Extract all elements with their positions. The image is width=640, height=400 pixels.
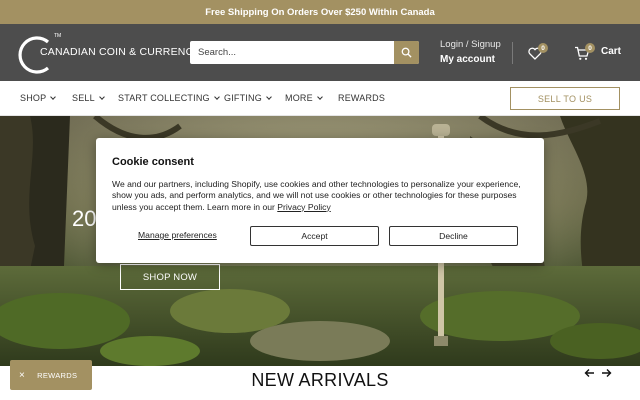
close-icon[interactable]: × bbox=[19, 370, 25, 381]
chevron-down-icon bbox=[50, 93, 57, 100]
nav-label: START COLLECTING bbox=[118, 93, 210, 103]
nav-item-more[interactable]: MORE bbox=[285, 93, 323, 103]
hero-title: 20 bbox=[72, 206, 97, 231]
wishlist-button[interactable]: 0 bbox=[528, 43, 548, 63]
login-signup-link[interactable]: Login / Signup bbox=[440, 39, 501, 50]
search-box bbox=[190, 41, 419, 64]
nav-label: SHOP bbox=[20, 93, 47, 103]
arrow-left-icon[interactable] bbox=[584, 368, 595, 378]
new-arrivals-heading: NEW ARRIVALS bbox=[251, 370, 389, 390]
promo-text: Free Shipping On Orders Over $250 Within… bbox=[205, 6, 435, 18]
chevron-down-icon bbox=[266, 93, 272, 100]
nav-item-start-collecting[interactable]: START COLLECTING bbox=[118, 93, 220, 103]
nav-item-sell[interactable]: SELL bbox=[72, 93, 105, 103]
logo-text[interactable]: CANADIAN COIN & CURRENCY bbox=[40, 46, 201, 58]
nav-label: REWARDS bbox=[338, 93, 386, 103]
decline-button[interactable]: Decline bbox=[389, 226, 518, 246]
cookie-body: We and our partners, including Shopify, … bbox=[112, 179, 530, 213]
sell-to-us-button[interactable]: SELL TO US bbox=[510, 87, 620, 110]
nav-label: SELL bbox=[72, 93, 95, 103]
search-icon bbox=[401, 47, 412, 58]
header-divider bbox=[512, 42, 513, 64]
carousel-arrows bbox=[584, 368, 614, 382]
nav-label: MORE bbox=[285, 93, 313, 103]
nav-label: GIFTING bbox=[224, 93, 262, 103]
chevron-down-icon bbox=[213, 93, 220, 100]
search-input[interactable] bbox=[190, 41, 394, 64]
nav-item-rewards[interactable]: REWARDS bbox=[338, 93, 385, 103]
rewards-widget[interactable]: × REWARDS bbox=[10, 360, 92, 390]
arrow-right-icon[interactable] bbox=[601, 368, 612, 378]
trademark-mark: TM bbox=[54, 33, 62, 39]
account-link[interactable]: Login / Signup My account bbox=[440, 38, 501, 67]
cart-count-badge: 0 bbox=[585, 43, 595, 53]
cart-button[interactable]: 0 Cart bbox=[574, 43, 626, 63]
site-header: TM CANADIAN COIN & CURRENCY Login / Sign… bbox=[0, 24, 640, 81]
wishlist-count-badge: 0 bbox=[538, 43, 548, 53]
manage-preferences-link[interactable]: Manage preferences bbox=[138, 230, 217, 240]
main-nav: SHOP SELL START COLLECTING GIFTING MORE … bbox=[0, 81, 640, 116]
accept-button[interactable]: Accept bbox=[250, 226, 379, 246]
cookie-consent-dialog: Cookie consent We and our partners, incl… bbox=[96, 138, 544, 263]
search-button[interactable] bbox=[394, 41, 419, 64]
my-account-link[interactable]: My account bbox=[440, 53, 501, 67]
shop-now-button[interactable]: SHOP NOW bbox=[120, 264, 220, 290]
privacy-policy-link[interactable]: Privacy Policy bbox=[277, 202, 330, 212]
rewards-label: REWARDS bbox=[37, 370, 78, 380]
cookie-title: Cookie consent bbox=[112, 156, 194, 168]
nav-item-shop[interactable]: SHOP bbox=[20, 93, 57, 103]
chevron-down-icon bbox=[316, 93, 323, 100]
promo-bar: Free Shipping On Orders Over $250 Within… bbox=[0, 0, 640, 24]
nav-item-gifting[interactable]: GIFTING bbox=[224, 93, 272, 103]
cart-label: Cart bbox=[601, 46, 622, 57]
chevron-down-icon bbox=[98, 93, 105, 100]
